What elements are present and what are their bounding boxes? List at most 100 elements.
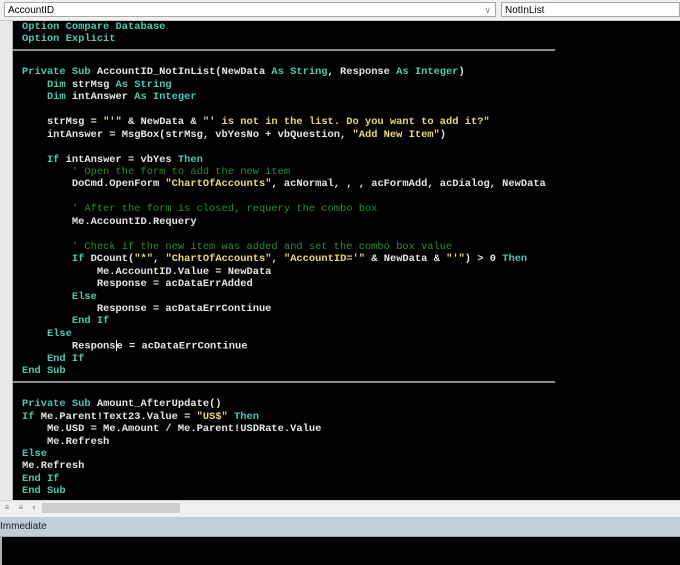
code-line[interactable]: DoCmd.OpenForm "ChartOfAccounts", acNorm…: [22, 178, 546, 190]
code-line[interactable]: End Sub: [22, 485, 546, 497]
comment: ' Open the form to add the new item: [22, 165, 291, 178]
code-line[interactable]: Else: [22, 291, 546, 303]
code-line[interactable]: End If: [22, 315, 546, 327]
code-line[interactable]: Response = acDataErrAdded: [22, 278, 546, 290]
identifier: Me.Refresh: [22, 435, 110, 448]
identifier: strMsg =: [22, 116, 104, 129]
full-module-view-icon[interactable]: ≡: [16, 502, 26, 513]
keyword: End Sub: [22, 485, 66, 498]
scroll-left-icon[interactable]: ‹: [29, 502, 39, 513]
identifier: DoCmd.OpenForm: [22, 178, 166, 191]
code-line[interactable]: If Me.Parent!Text23.Value = "US$" Then: [22, 411, 546, 423]
comment: ' Check if the new item was added and se…: [22, 240, 453, 253]
identifier: intAnswer: [71, 91, 135, 104]
keyword: End Sub: [22, 365, 66, 378]
identifier: DCount(: [90, 253, 135, 266]
keyword: Dim: [22, 91, 72, 104]
code-line[interactable]: Option Compare Database: [22, 21, 546, 33]
object-combo[interactable]: AccountID ∨: [4, 2, 496, 17]
procedure-combo-value: NotInList: [505, 5, 545, 16]
code-line[interactable]: Response = acDataErrContinue: [22, 340, 546, 353]
keyword: Option Compare Database: [22, 21, 166, 33]
string-literal: "Add New Item": [352, 128, 440, 141]
identifier: intAnswer = vbYes: [65, 153, 178, 166]
identifier: intAnswer = MsgBox(strMsg, vbYesNo + vbQ…: [22, 128, 353, 141]
keyword: Else: [22, 290, 97, 303]
immediate-window[interactable]: [0, 537, 680, 565]
keyword: If: [22, 153, 66, 166]
code-line[interactable]: Me.Refresh: [22, 460, 546, 472]
code-line[interactable]: [22, 228, 546, 240]
keyword: Else: [22, 327, 72, 340]
keyword: Then: [177, 153, 203, 166]
code-line[interactable]: ' Check if the new item was added and se…: [22, 241, 546, 253]
keyword: As String: [115, 78, 172, 91]
identifier: Me.Parent!Text23.Value =: [40, 410, 197, 423]
identifier: Amount_AfterUpdate(): [96, 398, 222, 411]
scrollbar-thumb[interactable]: [42, 503, 180, 513]
code-line[interactable]: End If: [22, 353, 546, 365]
code-line[interactable]: If DCount("*", "ChartOfAccounts", "Accou…: [22, 253, 546, 265]
code-line[interactable]: [22, 386, 546, 398]
code-line[interactable]: Dim intAnswer As Integer: [22, 91, 546, 103]
keyword: Private Sub: [22, 398, 97, 411]
code-line[interactable]: [22, 54, 546, 66]
keyword: Then: [227, 410, 259, 423]
code-line[interactable]: Me.USD = Me.Amount / Me.Parent!USDRate.V…: [22, 423, 546, 435]
code-line[interactable]: ' After the form is closed, requery the …: [22, 203, 546, 215]
keyword: If: [22, 410, 41, 423]
procedure-combo[interactable]: NotInList: [501, 2, 680, 17]
code-line[interactable]: Private Sub Amount_AfterUpdate(): [22, 398, 546, 410]
code-line[interactable]: Private Sub AccountID_NotInList(NewData …: [22, 66, 546, 78]
string-literal: "'": [103, 116, 122, 129]
string-literal: "ChartOfAccounts": [165, 253, 272, 266]
string-literal: "US$": [196, 410, 228, 423]
code-line[interactable]: Me.AccountID.Value = NewData: [22, 266, 546, 278]
identifier: strMsg: [71, 78, 116, 91]
identifier: AccountID_NotInList(NewData: [96, 66, 272, 79]
code-line[interactable]: [22, 104, 546, 116]
code-line[interactable]: Me.AccountID.Requery: [22, 216, 546, 228]
keyword: If: [22, 253, 91, 266]
code-line[interactable]: Else: [22, 448, 546, 460]
keyword: Dim: [22, 78, 72, 91]
identifier: ,: [152, 253, 166, 266]
code-line[interactable]: [22, 141, 546, 153]
code-line[interactable]: Option Explicit: [22, 33, 546, 45]
immediate-window-title: Immediate: [0, 517, 680, 537]
string-literal: "'": [446, 253, 465, 266]
code-line[interactable]: Else: [22, 328, 546, 340]
identifier: Me.Refresh: [22, 460, 85, 473]
identifier: Me.AccountID.Requery: [22, 215, 197, 228]
code-line[interactable]: intAnswer = MsgBox(strMsg, vbYesNo + vbQ…: [22, 129, 546, 141]
identifier: , Response: [327, 66, 397, 79]
keyword: End If: [22, 352, 85, 365]
keyword: As String: [271, 66, 328, 79]
horizontal-scrollbar[interactable]: ≡ ≡ ‹: [0, 500, 680, 515]
procedure-separator: [13, 48, 555, 51]
code-line[interactable]: Response = acDataErrContinue: [22, 303, 546, 315]
keyword: As Integer: [396, 66, 459, 79]
keyword: End If: [22, 315, 110, 328]
code-window-header: AccountID ∨ NotInList: [0, 0, 680, 21]
code-line[interactable]: End Sub: [22, 365, 546, 377]
code-line[interactable]: End If: [22, 473, 546, 485]
code-line[interactable]: [22, 191, 546, 203]
object-combo-value: AccountID: [8, 5, 55, 16]
chevron-down-icon[interactable]: ∨: [484, 3, 491, 18]
immediate-title: Immediate: [0, 521, 47, 532]
string-literal: "' is not in the list. Do you want to ad…: [202, 116, 490, 129]
identifier: Response = acDataErrAdded: [22, 278, 253, 291]
identifier: Me.AccountID.Value = NewData: [22, 265, 272, 278]
code-line[interactable]: strMsg = "'" & NewData & "' is not in th…: [22, 116, 546, 128]
code-editor[interactable]: Option Compare Database Option Explicit P…: [13, 21, 680, 500]
procedure-view-icon[interactable]: ≡: [2, 502, 12, 513]
identifier: ): [439, 128, 447, 141]
code-line[interactable]: Dim strMsg As String: [22, 79, 546, 91]
code-lines: Option Compare Database Option Explicit P…: [13, 21, 555, 498]
indicator-margin: [0, 21, 13, 500]
code-line[interactable]: If intAnswer = vbYes Then: [22, 154, 546, 166]
code-line[interactable]: ' Open the form to add the new item: [22, 166, 546, 178]
code-line[interactable]: Me.Refresh: [22, 436, 546, 448]
identifier: ): [458, 66, 465, 79]
